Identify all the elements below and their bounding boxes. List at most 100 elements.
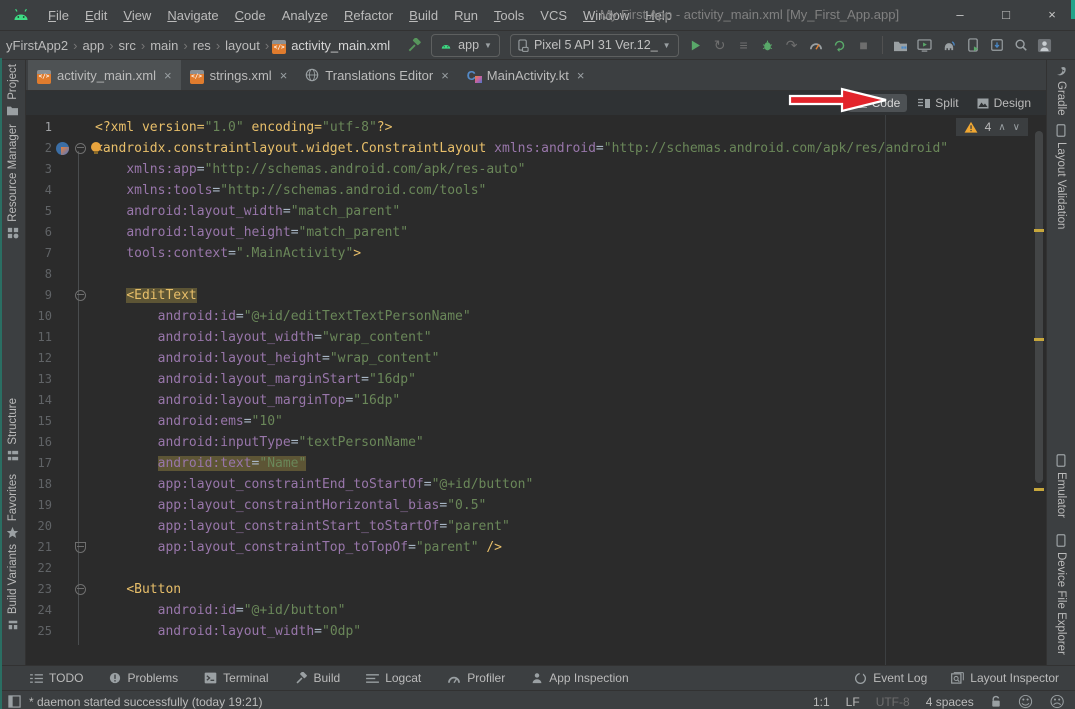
menu-view[interactable]: View <box>115 8 159 23</box>
tab-mainactivity-kt[interactable]: CMainActivity.kt× <box>458 60 594 90</box>
toolwindow-tab-structure[interactable]: Structure <box>0 398 25 462</box>
tool-layout-inspector[interactable]: Layout Inspector <box>951 671 1059 685</box>
warning-count[interactable]: 4 <box>985 120 992 134</box>
fold-toggle-icon[interactable] <box>75 290 86 301</box>
breadcrumb-item[interactable]: res <box>191 38 213 53</box>
running-devices-button[interactable] <box>913 33 937 57</box>
rerun-icon[interactable]: ↻ <box>708 33 732 57</box>
menu-vcs[interactable]: VCS <box>532 8 575 23</box>
breadcrumb-item[interactable]: src <box>117 38 138 53</box>
sdk-manager-button[interactable] <box>985 33 1009 57</box>
warning-stripe-mark[interactable] <box>1034 488 1044 491</box>
attach-profiler-icon[interactable]: ↷ <box>780 33 804 57</box>
editor-scrollbar[interactable] <box>1035 131 1043 483</box>
gutter-icon-slot <box>52 306 72 327</box>
line-number: 13 <box>26 369 52 390</box>
fold-toggle-icon[interactable] <box>75 584 86 595</box>
happy-face-icon[interactable]: ☺ <box>1018 693 1034 709</box>
run-configuration-select[interactable]: app ▼ <box>431 34 500 57</box>
toolwindow-tab-gradle[interactable]: Gradle <box>1047 65 1075 116</box>
minimize-button[interactable]: – <box>937 0 983 30</box>
gutter-icon-slot <box>52 390 72 411</box>
tool-app-inspection[interactable]: App Inspection <box>531 671 628 685</box>
toolwindow-tab-resource-manager[interactable]: Resource Manager <box>0 124 25 239</box>
gutter-icon-slot <box>52 537 72 558</box>
breadcrumb-item[interactable]: main <box>148 38 180 53</box>
file-encoding[interactable]: UTF-8 <box>876 695 910 709</box>
apply-changes-button[interactable] <box>828 33 852 57</box>
intention-bulb-icon[interactable] <box>91 142 101 152</box>
toolwindow-tab-layout-validation[interactable]: Layout Validation <box>1047 124 1075 229</box>
menu-tools[interactable]: Tools <box>486 8 532 23</box>
tool-problems[interactable]: Problems <box>109 671 178 685</box>
menu-file[interactable]: File <box>40 8 77 23</box>
toolwindow-toggle-icon[interactable] <box>8 695 21 708</box>
unlock-icon[interactable] <box>990 695 1002 708</box>
menu-refactor[interactable]: Refactor <box>336 8 401 23</box>
menu-code[interactable]: Code <box>227 8 274 23</box>
indent-setting[interactable]: 4 spaces <box>926 695 974 709</box>
avd-manager-button[interactable] <box>961 33 985 57</box>
tool-event-log[interactable]: Event Log <box>854 671 927 685</box>
tab-close-icon[interactable]: × <box>441 68 449 83</box>
avatar[interactable] <box>1033 33 1057 57</box>
tool-profiler[interactable]: Profiler <box>447 671 505 685</box>
menu-run[interactable]: Run <box>446 8 486 23</box>
toolwindow-tab-favorites[interactable]: Favorites <box>0 474 25 539</box>
menu-build[interactable]: Build <box>401 8 446 23</box>
tab-close-icon[interactable]: × <box>577 68 585 83</box>
gutter-fold-slot <box>72 432 88 453</box>
warning-stripe-mark[interactable] <box>1034 229 1044 232</box>
tab-translations-editor[interactable]: Translations Editor× <box>296 60 458 90</box>
toolwindow-tab-device-file-explorer[interactable]: Device File Explorer <box>1047 534 1075 655</box>
breadcrumb-file[interactable]: activity_main.xml <box>289 38 392 53</box>
breadcrumb-item[interactable]: layout <box>223 38 262 53</box>
run-button[interactable] <box>684 33 708 57</box>
code-line: 5 android:layout_width="match_parent" <box>26 201 1032 222</box>
make-project-button[interactable] <box>402 33 426 57</box>
tool-terminal[interactable]: Terminal <box>204 671 268 685</box>
prev-problem-icon[interactable]: ∧ <box>998 122 1005 133</box>
title-bar: FileEditViewNavigateCodeAnalyzeRefactorB… <box>0 0 1075 31</box>
tab-activity-main-xml[interactable]: </>activity_main.xml× <box>28 60 181 90</box>
gutter-fold-slot <box>72 621 88 642</box>
tool-build[interactable]: Build <box>295 671 341 685</box>
breadcrumb-item[interactable]: yFirstApp2 <box>4 38 70 53</box>
next-problem-icon[interactable]: ∨ <box>1013 122 1020 133</box>
toolwindow-tab-project[interactable]: Project <box>0 64 25 116</box>
search-everywhere-icon[interactable] <box>1009 33 1033 57</box>
tab-close-icon[interactable]: × <box>280 68 288 83</box>
menu-edit[interactable]: Edit <box>77 8 115 23</box>
tool-todo[interactable]: TODO <box>30 671 83 685</box>
tab-strings-xml[interactable]: </>strings.xml× <box>181 60 297 90</box>
gutter-fold-slot <box>72 495 88 516</box>
maximize-button[interactable]: □ <box>983 0 1029 30</box>
sad-face-icon[interactable]: ☹ <box>1049 693 1065 709</box>
tab-close-icon[interactable]: × <box>164 68 172 83</box>
sync-logcat-icon[interactable]: ≡ <box>732 33 756 57</box>
warning-stripe-mark[interactable] <box>1034 338 1044 341</box>
tool-logcat[interactable]: Logcat <box>366 671 421 685</box>
screen-edge <box>1071 0 1075 19</box>
menu-analyze[interactable]: Analyze <box>274 8 336 23</box>
breadcrumb-item[interactable]: app <box>80 38 106 53</box>
close-button[interactable]: × <box>1029 0 1075 30</box>
profiler-button[interactable] <box>804 33 828 57</box>
fold-toggle-icon[interactable] <box>75 143 86 154</box>
device-manager-button[interactable] <box>889 33 913 57</box>
gutter-fold-slot <box>72 600 88 621</box>
toolwindow-tab-build-variants[interactable]: Build Variants <box>0 544 25 631</box>
caret-position[interactable]: 1:1 <box>813 695 830 709</box>
related-kotlin-file-icon[interactable] <box>56 142 69 155</box>
stop-button[interactable]: ■ <box>852 33 876 57</box>
menu-navigate[interactable]: Navigate <box>159 8 226 23</box>
debug-button[interactable] <box>756 33 780 57</box>
split-view-button[interactable]: Split <box>911 94 965 112</box>
toolwindow-tab-emulator[interactable]: Emulator <box>1047 454 1075 518</box>
device-select[interactable]: Pixel 5 API 31 Ver.12_ ▼ <box>510 34 679 57</box>
line-ending[interactable]: LF <box>846 695 860 709</box>
design-view-button[interactable]: Design <box>970 94 1038 112</box>
code-editor[interactable]: 1<?xml version="1.0" encoding="utf-8"?>2… <box>26 115 1046 665</box>
gradle-sync-button[interactable] <box>937 33 961 57</box>
fold-toggle-icon[interactable] <box>75 542 86 553</box>
